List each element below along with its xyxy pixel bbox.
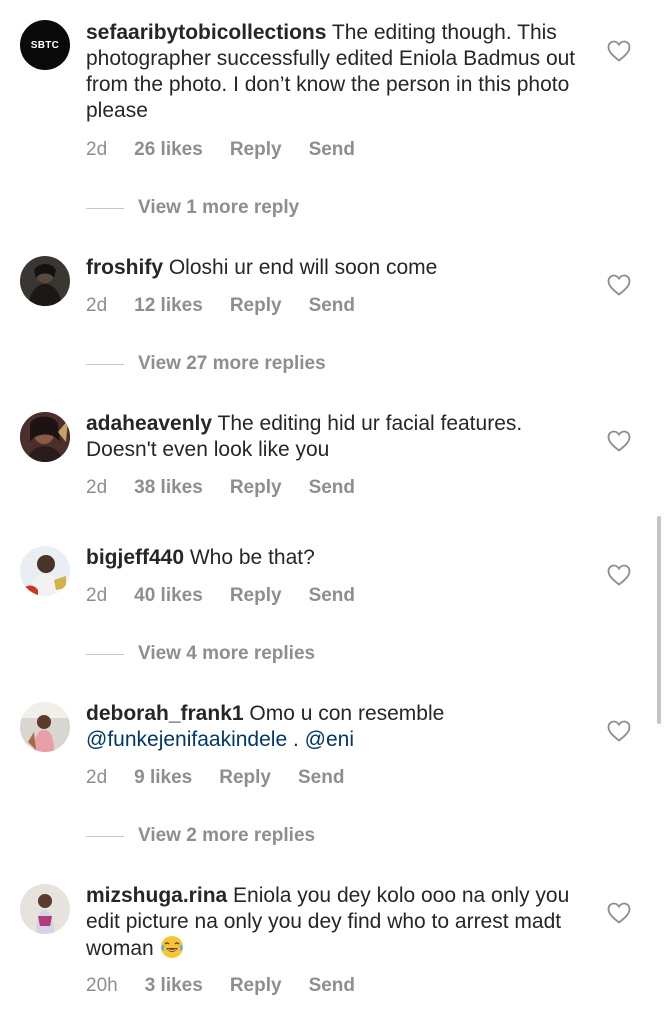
laughing-tears-emoji-icon: [160, 935, 184, 959]
comment-meta: 20h 3 likes Reply Send: [86, 975, 382, 997]
send-button[interactable]: Send: [309, 295, 355, 317]
comment-username[interactable]: sefaaribytobicollections: [86, 21, 326, 44]
comment-time: 2d: [86, 295, 108, 316]
comment-text: froshify Oloshi ur end will soon come: [86, 255, 576, 281]
comment-time: 2d: [86, 139, 108, 160]
comment-text: sefaaribytobicollections The editing tho…: [86, 20, 576, 124]
like-heart-icon[interactable]: [607, 430, 631, 452]
divider-line: [86, 835, 124, 837]
like-heart-icon[interactable]: [607, 902, 631, 924]
view-replies-button[interactable]: View 2 more replies: [86, 825, 315, 847]
view-replies-label: View 2 more replies: [138, 825, 316, 846]
comment-text: bigjeff440 Who be that?: [86, 545, 576, 571]
avatar[interactable]: [20, 546, 70, 596]
divider-line: [86, 653, 124, 655]
comment-body: Oloshi ur end will soon come: [163, 256, 438, 279]
avatar-logo-text: SBTC: [30, 39, 60, 51]
comment-meta: 2d 9 likes Reply Send: [86, 767, 371, 789]
reply-button[interactable]: Reply: [230, 139, 282, 161]
view-replies-label: View 27 more replies: [138, 353, 326, 374]
comment-body-separator: .: [287, 728, 305, 751]
avatar[interactable]: SBTC: [20, 20, 70, 70]
comment-body: Omo u con resemble: [243, 702, 445, 725]
comment-time: 2d: [86, 477, 108, 498]
comment-time: 20h: [86, 975, 118, 996]
reply-button[interactable]: Reply: [230, 295, 282, 317]
comment-meta: 2d 12 likes Reply Send: [86, 295, 382, 317]
comment-time: 2d: [86, 767, 108, 788]
comment-body: Who be that?: [184, 546, 315, 569]
send-button[interactable]: Send: [309, 477, 355, 499]
send-button[interactable]: Send: [298, 767, 344, 789]
scrollbar[interactable]: [657, 516, 661, 724]
view-replies-button[interactable]: View 1 more reply: [86, 197, 299, 219]
comment-username[interactable]: bigjeff440: [86, 546, 184, 569]
comment-username[interactable]: froshify: [86, 256, 163, 279]
comment-meta: 2d 40 likes Reply Send: [86, 585, 382, 607]
comment-text: deborah_frank1 Omo u con resemble @funke…: [86, 701, 576, 753]
view-replies-button[interactable]: View 27 more replies: [86, 353, 326, 375]
mention-link[interactable]: @funkejenifaakindele: [86, 728, 287, 751]
comment-likes[interactable]: 9 likes: [134, 767, 192, 789]
send-button[interactable]: Send: [309, 139, 355, 161]
comment-likes[interactable]: 40 likes: [134, 585, 203, 607]
comment-time: 2d: [86, 585, 108, 606]
comment-meta: 2d 38 likes Reply Send: [86, 477, 382, 499]
reply-button[interactable]: Reply: [230, 585, 282, 607]
comment-likes[interactable]: 26 likes: [134, 139, 203, 161]
avatar[interactable]: [20, 884, 70, 934]
divider-line: [86, 207, 124, 209]
divider-line: [86, 363, 124, 365]
comment-username[interactable]: mizshuga.rina: [86, 884, 227, 907]
comment-meta: 2d 26 likes Reply Send: [86, 139, 382, 161]
view-replies-button[interactable]: View 4 more replies: [86, 643, 315, 665]
comment-likes[interactable]: 12 likes: [134, 295, 203, 317]
send-button[interactable]: Send: [309, 975, 355, 997]
reply-button[interactable]: Reply: [230, 975, 282, 997]
avatar[interactable]: [20, 702, 70, 752]
send-button[interactable]: Send: [309, 585, 355, 607]
avatar[interactable]: [20, 412, 70, 462]
like-heart-icon[interactable]: [607, 274, 631, 296]
comment-username[interactable]: deborah_frank1: [86, 702, 244, 725]
reply-button[interactable]: Reply: [219, 767, 271, 789]
like-heart-icon[interactable]: [607, 720, 631, 742]
reply-button[interactable]: Reply: [230, 477, 282, 499]
like-heart-icon[interactable]: [607, 564, 631, 586]
comment-text: mizshuga.rina Eniola you dey kolo ooo na…: [86, 883, 576, 962]
like-heart-icon[interactable]: [607, 40, 631, 62]
view-replies-label: View 4 more replies: [138, 643, 316, 664]
mention-link[interactable]: @eni: [305, 728, 354, 751]
comment-likes[interactable]: 38 likes: [134, 477, 203, 499]
comment-likes[interactable]: 3 likes: [145, 975, 203, 997]
comment-username[interactable]: adaheavenly: [86, 412, 212, 435]
avatar[interactable]: [20, 256, 70, 306]
comment-text: adaheavenly The editing hid ur facial fe…: [86, 411, 576, 463]
view-replies-label: View 1 more reply: [138, 197, 300, 218]
